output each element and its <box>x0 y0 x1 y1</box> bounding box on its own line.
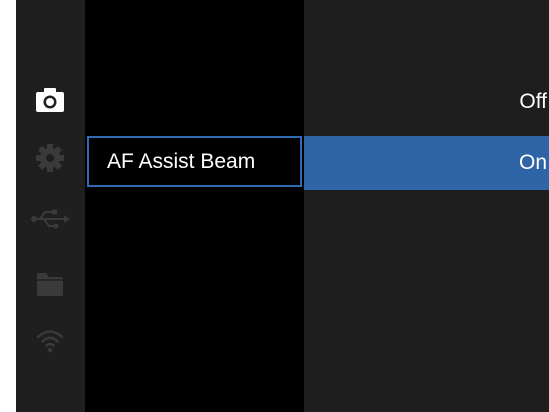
camera-icon <box>36 88 64 112</box>
folder-icon <box>37 273 63 296</box>
menu-list <box>85 0 304 412</box>
settings-sidebar <box>16 0 85 412</box>
sidebar-item-wireless[interactable] <box>30 324 70 356</box>
wifi-icon <box>36 330 64 353</box>
option-off-label: Off <box>519 90 547 113</box>
sidebar-item-files[interactable] <box>30 268 70 300</box>
sidebar-item-connection[interactable] <box>30 203 70 235</box>
option-on-label: On <box>518 151 547 174</box>
sidebar-item-camera[interactable] <box>30 84 70 116</box>
usb-icon <box>31 209 70 229</box>
option-on[interactable]: On <box>304 136 549 190</box>
menu-item-label: AF Assist Beam <box>107 150 256 173</box>
gear-icon <box>36 144 64 172</box>
options-panel <box>304 0 549 412</box>
camera-settings-screen: AF Assist Beam Off On <box>16 0 549 412</box>
option-off[interactable]: Off <box>304 75 549 129</box>
menu-item-af-assist-beam[interactable]: AF Assist Beam <box>87 136 302 187</box>
sidebar-item-settings[interactable] <box>30 142 70 174</box>
